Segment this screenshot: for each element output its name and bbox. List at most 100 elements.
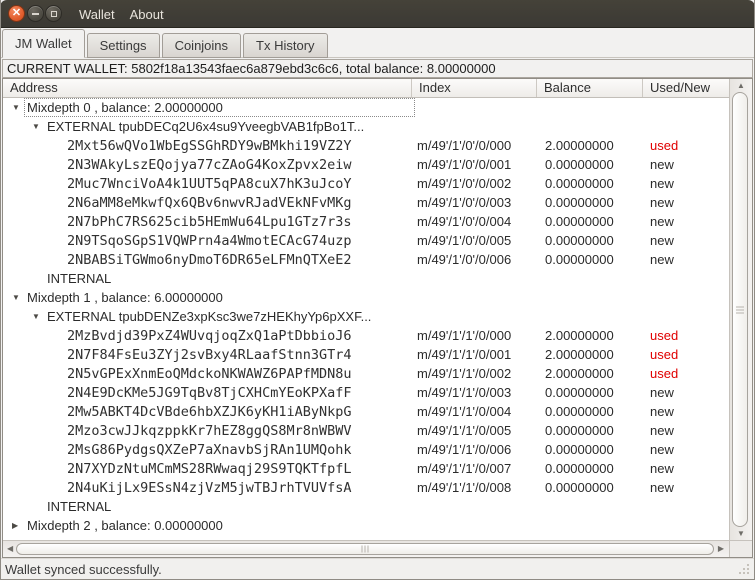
- address-cell: ▼ EXTERNAL tpubDECq2U6x4su9YveegbVAB1fpB…: [3, 117, 412, 136]
- status-cell: new: [650, 214, 674, 229]
- tree-row[interactable]: 2N9TSqoSGpS1VQWPrn4a4WmotECAcG74uzp m/49…: [3, 231, 729, 250]
- scroll-down-icon[interactable]: ▼: [730, 529, 752, 538]
- tree-row[interactable]: 2MsG86PydgsQXZeP7aXnavbSjRAn1UMQohk m/49…: [3, 440, 729, 459]
- status-cell: new: [650, 176, 674, 191]
- tree-row[interactable]: ▼ Mixdepth 1 , balance: 6.00000000: [3, 288, 729, 307]
- tab-tx-history[interactable]: Tx History: [243, 33, 328, 58]
- expander-icon[interactable]: ▼: [31, 307, 47, 326]
- address-label: 2N5vGPExXnmEoQMdckoNKWAWZ6PAPfMDN8u: [67, 365, 352, 382]
- scroll-up-icon[interactable]: ▲: [730, 81, 752, 90]
- tree-row[interactable]: 2N4uKijLx9ESsN4zjVzM5jwTBJrhTVUVfsA m/49…: [3, 478, 729, 497]
- horizontal-scrollbar-thumb[interactable]: [16, 543, 714, 555]
- balance-cell: 2.00000000: [545, 138, 614, 153]
- index-cell: m/49'/1'/1'/0/002: [417, 366, 512, 381]
- column-header-used-new[interactable]: Used/New: [643, 79, 729, 97]
- scroll-right-icon[interactable]: ▶: [718, 541, 724, 557]
- tree-row[interactable]: 2NBABSiTGWmo6nyDmoT6DR65eLFMnQTXeE2 m/49…: [3, 250, 729, 269]
- jm-wallet-window: ✕ Wallet About JM Wallet Settings Coinjoin…: [0, 0, 755, 580]
- tree-row[interactable]: ▼ EXTERNAL tpubDECq2U6x4su9YveegbVAB1fpB…: [3, 117, 729, 136]
- address-cell: 2Mzo3cwJJkqzppkKr7hEZ8ggQS8Mr8nWBWV: [3, 423, 412, 439]
- balance-cell: 0.00000000: [545, 404, 614, 419]
- vertical-scrollbar-thumb[interactable]: [732, 92, 748, 527]
- column-header-address[interactable]: Address: [3, 79, 412, 97]
- close-icon[interactable]: ✕: [8, 5, 25, 22]
- resize-grip-icon[interactable]: [739, 564, 751, 576]
- balance-cell: 0.00000000: [545, 195, 614, 210]
- tree-row[interactable]: ▼ EXTERNAL tpubDENZe3xpKsc3we7zHEKhyYp6p…: [3, 307, 729, 326]
- balance-cell: 0.00000000: [545, 442, 614, 457]
- address-label: 2N7F84FsEu3ZYj2svBxy4RLaafStnn3GTr4: [67, 346, 352, 363]
- address-cell: 2NBABSiTGWmo6nyDmoT6DR65eLFMnQTXeE2: [3, 252, 412, 268]
- tree-row[interactable]: 2N3WAkyLszEQojya77cZAoG4KoxZpvx2eiw m/49…: [3, 155, 729, 174]
- address-label: Mixdepth 2 , balance: 0.00000000: [27, 518, 223, 533]
- maximize-icon[interactable]: [45, 5, 62, 22]
- tree-row[interactable]: 2N7XYDzNtuMCmMS28RWwaqj29S9TQKTfpfL m/49…: [3, 459, 729, 478]
- index-cell: m/49'/1'/0'/0/006: [417, 252, 512, 267]
- status-cell: new: [650, 404, 674, 419]
- tree-row[interactable]: 2N4E9DcKMe5JG9TqBv8TjCXHCmYEoKPXafF m/49…: [3, 383, 729, 402]
- index-cell: m/49'/1'/0'/0/002: [417, 176, 512, 191]
- tree-row[interactable]: 2N7F84FsEu3ZYj2svBxy4RLaafStnn3GTr4 m/49…: [3, 345, 729, 364]
- address-cell: ▼ EXTERNAL tpubDENZe3xpKsc3we7zHEKhyYp6p…: [3, 307, 412, 326]
- address-label: EXTERNAL tpubDECq2U6x4su9YveegbVAB1fpBo1…: [47, 119, 365, 134]
- expander-icon[interactable]: ▼: [11, 98, 27, 117]
- tree-row[interactable]: 2Mzo3cwJJkqzppkKr7hEZ8ggQS8Mr8nWBWV m/49…: [3, 421, 729, 440]
- column-header-index[interactable]: Index: [412, 79, 537, 97]
- tree-header: Address Index Balance Used/New: [3, 79, 729, 98]
- wallet-tree: Address Index Balance Used/New ▼ Mixdept…: [2, 78, 753, 558]
- address-label: 2N4E9DcKMe5JG9TqBv8TjCXHCmYEoKPXafF: [67, 384, 352, 401]
- tree-row[interactable]: ▼ Mixdepth 0 , balance: 2.00000000: [3, 98, 729, 117]
- tree-row[interactable]: 2N7bPhC7RS625cib5HEmWu64Lpu1GTz7r3s m/49…: [3, 212, 729, 231]
- tab-coinjoins[interactable]: Coinjoins: [161, 33, 242, 58]
- balance-cell: 0.00000000: [545, 480, 614, 495]
- address-label: 2N3WAkyLszEQojya77cZAoG4KoxZpvx2eiw: [67, 156, 352, 173]
- address-cell: 2MzBvdjd39PxZ4WUvqjoqZxQ1aPtDbbioJ6: [3, 328, 412, 344]
- address-cell: INTERNAL: [3, 499, 412, 514]
- status-cell: new: [650, 442, 674, 457]
- vertical-scrollbar[interactable]: ▲ ▼: [729, 79, 752, 540]
- address-cell: ▼ Mixdepth 1 , balance: 6.00000000: [3, 288, 412, 307]
- tree-row[interactable]: INTERNAL: [3, 269, 729, 288]
- tree-row[interactable]: 2Muc7WnciVoA4k1UUT5qPA8cuX7hK3uJcoY m/49…: [3, 174, 729, 193]
- address-label: 2N7XYDzNtuMCmMS28RWwaqj29S9TQKTfpfL: [67, 460, 352, 477]
- tree-row[interactable]: 2Mxt56wQVo1WbEgSSGhRDY9wBMkhi19VZ2Y m/49…: [3, 136, 729, 155]
- horizontal-scrollbar[interactable]: ◀ ▶: [3, 540, 729, 557]
- balance-cell: 2.00000000: [545, 328, 614, 343]
- status-cell: used: [650, 347, 679, 362]
- address-cell: ▼ Mixdepth 0 , balance: 2.00000000: [3, 98, 412, 117]
- expander-icon[interactable]: ▼: [11, 288, 27, 307]
- address-label: 2N7bPhC7RS625cib5HEmWu64Lpu1GTz7r3s: [67, 213, 352, 230]
- minimize-icon[interactable]: [27, 5, 44, 22]
- tree-row[interactable]: 2N5vGPExXnmEoQMdckoNKWAWZ6PAPfMDN8u m/49…: [3, 364, 729, 383]
- tree-row[interactable]: 2N6aMM8eMkwfQx6QBv6nwvRJadVEkNFvMKg m/49…: [3, 193, 729, 212]
- index-cell: m/49'/1'/1'/0/001: [417, 347, 512, 362]
- address-cell: 2MsG86PydgsQXZeP7aXnavbSjRAn1UMQohk: [3, 442, 412, 458]
- expander-icon[interactable]: ▼: [31, 117, 47, 136]
- expander-icon[interactable]: ▶: [11, 516, 27, 535]
- column-header-balance[interactable]: Balance: [537, 79, 643, 97]
- address-cell: 2N4uKijLx9ESsN4zjVzM5jwTBJrhTVUVfsA: [3, 480, 412, 496]
- index-cell: m/49'/1'/0'/0/000: [417, 138, 512, 153]
- address-cell: 2N5vGPExXnmEoQMdckoNKWAWZ6PAPfMDN8u: [3, 366, 412, 382]
- tree-row[interactable]: 2MzBvdjd39PxZ4WUvqjoqZxQ1aPtDbbioJ6 m/49…: [3, 326, 729, 345]
- address-label: 2N6aMM8eMkwfQx6QBv6nwvRJadVEkNFvMKg: [67, 194, 352, 211]
- menu-about[interactable]: About: [129, 7, 165, 22]
- index-cell: m/49'/1'/1'/0/004: [417, 404, 512, 419]
- balance-cell: 0.00000000: [545, 423, 614, 438]
- status-cell: new: [650, 480, 674, 495]
- tab-settings[interactable]: Settings: [86, 33, 160, 58]
- tab-jm-wallet[interactable]: JM Wallet: [2, 29, 85, 58]
- menu-bar: Wallet About: [78, 0, 165, 28]
- tree-row[interactable]: 2Mw5ABKT4DcVBde6hbXZJK6yKH1iAByNkpG m/49…: [3, 402, 729, 421]
- menu-wallet[interactable]: Wallet: [78, 7, 116, 22]
- scroll-left-icon[interactable]: ◀: [7, 541, 13, 557]
- index-cell: m/49'/1'/0'/0/001: [417, 157, 512, 172]
- address-label: EXTERNAL tpubDENZe3xpKsc3we7zHEKhyYp6pXX…: [47, 309, 372, 324]
- address-label: 2Muc7WnciVoA4k1UUT5qPA8cuX7hK3uJcoY: [67, 175, 352, 192]
- address-label: INTERNAL: [47, 271, 112, 286]
- balance-cell: 0.00000000: [545, 385, 614, 400]
- index-cell: m/49'/1'/0'/0/004: [417, 214, 512, 229]
- tree-row[interactable]: ▶ Mixdepth 2 , balance: 0.00000000: [3, 516, 729, 535]
- tree-row[interactable]: INTERNAL: [3, 497, 729, 516]
- address-label: 2Mxt56wQVo1WbEgSSGhRDY9wBMkhi19VZ2Y: [67, 137, 352, 154]
